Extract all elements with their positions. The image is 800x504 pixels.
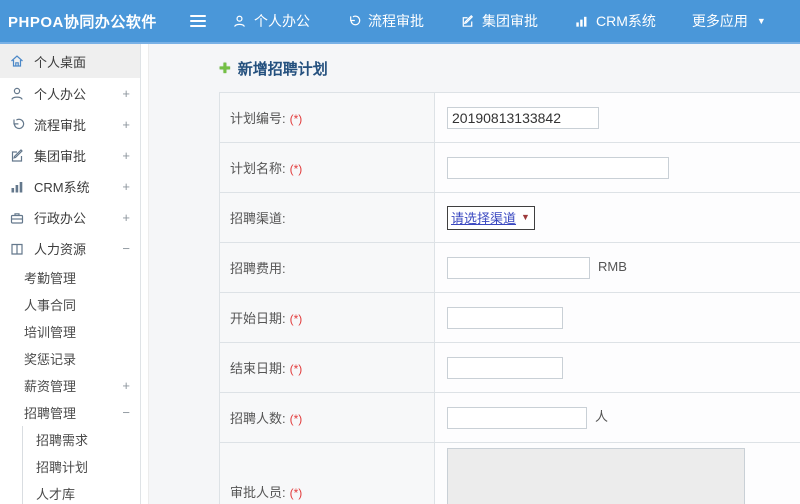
user-icon bbox=[232, 14, 247, 29]
row-end-date: 结束日期: (*) bbox=[219, 342, 800, 393]
sidebar-item-recruit-demand[interactable]: 招聘需求 bbox=[23, 426, 140, 453]
field-label: 招聘费用: bbox=[230, 261, 286, 276]
required-mark: (*) bbox=[289, 362, 303, 376]
row-plan-name: 计划名称: (*) bbox=[219, 142, 800, 193]
app-window: PHPOA协同办公软件 个人办公 流程审批 集团审批 CRM系统 更多应用 ▼ bbox=[0, 0, 800, 504]
sidebar-item-admin-office[interactable]: 行政办公 + bbox=[0, 202, 140, 233]
field-label: 计划编号: bbox=[230, 111, 286, 126]
channel-select-value: 请选择渠道 bbox=[451, 210, 517, 226]
flow-icon bbox=[9, 117, 25, 133]
select-arrow-icon: ▼ bbox=[521, 212, 530, 222]
expand-minus-icon[interactable]: − bbox=[122, 405, 130, 420]
sidebar-item-training[interactable]: 培训管理 bbox=[0, 318, 140, 345]
required-mark: (*) bbox=[289, 112, 303, 126]
nav-personal-office[interactable]: 个人办公 bbox=[232, 11, 310, 31]
top-bar: PHPOA协同办公软件 个人办公 流程审批 集团审批 CRM系统 更多应用 ▼ bbox=[0, 0, 800, 44]
flow-icon bbox=[346, 14, 361, 29]
sidebar-item-workflow-approval[interactable]: 流程审批 + bbox=[0, 109, 140, 140]
edit-icon bbox=[460, 14, 475, 29]
expand-minus-icon[interactable]: − bbox=[122, 241, 130, 256]
top-nav: 个人办公 流程审批 集团审批 CRM系统 更多应用 ▼ bbox=[232, 11, 766, 31]
recruit-plan-form: 计划编号:(*) 计划名称:(*) 招聘渠道: 请选择渠道 ▼ bbox=[219, 92, 800, 504]
nav-crm-system[interactable]: CRM系统 bbox=[574, 11, 656, 31]
user-icon bbox=[9, 86, 25, 102]
app-logo: PHPOA协同办公软件 bbox=[8, 13, 157, 31]
row-start-date: 开始日期: (*) bbox=[219, 292, 800, 343]
sidebar-item-crm[interactable]: CRM系统 + bbox=[0, 171, 140, 202]
sidebar-item-rewards[interactable]: 奖惩记录 bbox=[0, 345, 140, 372]
sidebar-scroll-gutter[interactable] bbox=[141, 44, 149, 504]
headcount-input[interactable] bbox=[447, 406, 587, 429]
sidebar-item-talent-pool[interactable]: 人才库 bbox=[23, 480, 140, 504]
sidebar-item-attendance[interactable]: 考勤管理 bbox=[0, 264, 140, 291]
start-date-input[interactable] bbox=[447, 306, 563, 329]
approvers-textarea[interactable] bbox=[447, 448, 745, 504]
field-label: 招聘人数: bbox=[230, 411, 286, 426]
field-label: 计划名称: bbox=[230, 161, 286, 176]
sidebar-item-personal-office[interactable]: 个人办公 + bbox=[0, 78, 140, 109]
content-area: ✚ 新增招聘计划 计划编号:(*) 计划名称:(*) 招聘渠道: 请选择渠道 bbox=[149, 44, 800, 504]
sidebar-item-hr-contract[interactable]: 人事合同 bbox=[0, 291, 140, 318]
expand-plus-icon[interactable]: + bbox=[122, 117, 130, 132]
fee-unit: RMB bbox=[598, 258, 627, 274]
plan-name-input[interactable] bbox=[447, 156, 669, 179]
sidebar-item-hr[interactable]: 人力资源 − bbox=[0, 233, 140, 264]
chart-icon bbox=[574, 14, 589, 29]
menu-toggle-icon[interactable] bbox=[190, 15, 206, 27]
field-label: 审批人员: bbox=[230, 485, 286, 500]
expand-plus-icon[interactable]: + bbox=[122, 148, 130, 163]
recruit-submenu: 招聘需求 招聘计划 人才库 bbox=[22, 426, 140, 504]
required-mark: (*) bbox=[289, 486, 303, 500]
required-mark: (*) bbox=[289, 312, 303, 326]
edit-icon bbox=[9, 148, 25, 164]
plan-no-input[interactable] bbox=[447, 106, 599, 129]
expand-plus-icon[interactable]: + bbox=[122, 179, 130, 194]
home-icon bbox=[9, 53, 25, 69]
page-title: ✚ 新增招聘计划 bbox=[219, 58, 800, 79]
fee-input[interactable] bbox=[447, 256, 590, 279]
nav-group-approval[interactable]: 集团审批 bbox=[460, 11, 538, 31]
book-icon bbox=[9, 241, 25, 257]
expand-plus-icon[interactable]: + bbox=[122, 378, 130, 393]
row-fee: 招聘费用: RMB bbox=[219, 242, 800, 293]
sidebar: 个人桌面 个人办公 + 流程审批 + 集团审批 + CRM系统 + 行政办公 +… bbox=[0, 44, 141, 504]
field-label: 结束日期: bbox=[230, 361, 286, 376]
channel-select[interactable]: 请选择渠道 ▼ bbox=[447, 205, 535, 230]
nav-workflow-approval[interactable]: 流程审批 bbox=[346, 11, 424, 31]
field-label: 开始日期: bbox=[230, 311, 286, 326]
row-approvers: 审批人员:(*) ◢ +选择审批人员 bbox=[219, 442, 800, 504]
row-channel: 招聘渠道: 请选择渠道 ▼ bbox=[219, 192, 800, 243]
expand-plus-icon[interactable]: + bbox=[122, 86, 130, 101]
headcount-unit: 人 bbox=[595, 409, 609, 425]
sidebar-item-recruit-mgmt[interactable]: 招聘管理 − bbox=[0, 399, 140, 426]
chevron-down-icon: ▼ bbox=[756, 16, 766, 26]
plus-icon: ✚ bbox=[219, 60, 231, 76]
end-date-input[interactable] bbox=[447, 356, 563, 379]
sidebar-item-desktop[interactable]: 个人桌面 bbox=[0, 44, 140, 78]
required-mark: (*) bbox=[289, 412, 303, 426]
required-mark: (*) bbox=[289, 162, 303, 176]
field-label: 招聘渠道: bbox=[230, 211, 286, 226]
row-headcount: 招聘人数: (*) 人 bbox=[219, 392, 800, 443]
page-title-text: 新增招聘计划 bbox=[237, 61, 328, 78]
sidebar-item-recruit-plan[interactable]: 招聘计划 bbox=[23, 453, 140, 480]
chart-icon bbox=[9, 179, 25, 195]
sidebar-item-group-approval[interactable]: 集团审批 + bbox=[0, 140, 140, 171]
sidebar-item-salary[interactable]: 薪资管理 + bbox=[0, 372, 140, 399]
main-area: 个人桌面 个人办公 + 流程审批 + 集团审批 + CRM系统 + 行政办公 +… bbox=[0, 44, 800, 504]
row-plan-no: 计划编号: (*) bbox=[219, 92, 800, 143]
briefcase-icon bbox=[9, 210, 25, 226]
expand-plus-icon[interactable]: + bbox=[122, 210, 130, 225]
nav-more-apps[interactable]: 更多应用 ▼ bbox=[692, 11, 766, 31]
